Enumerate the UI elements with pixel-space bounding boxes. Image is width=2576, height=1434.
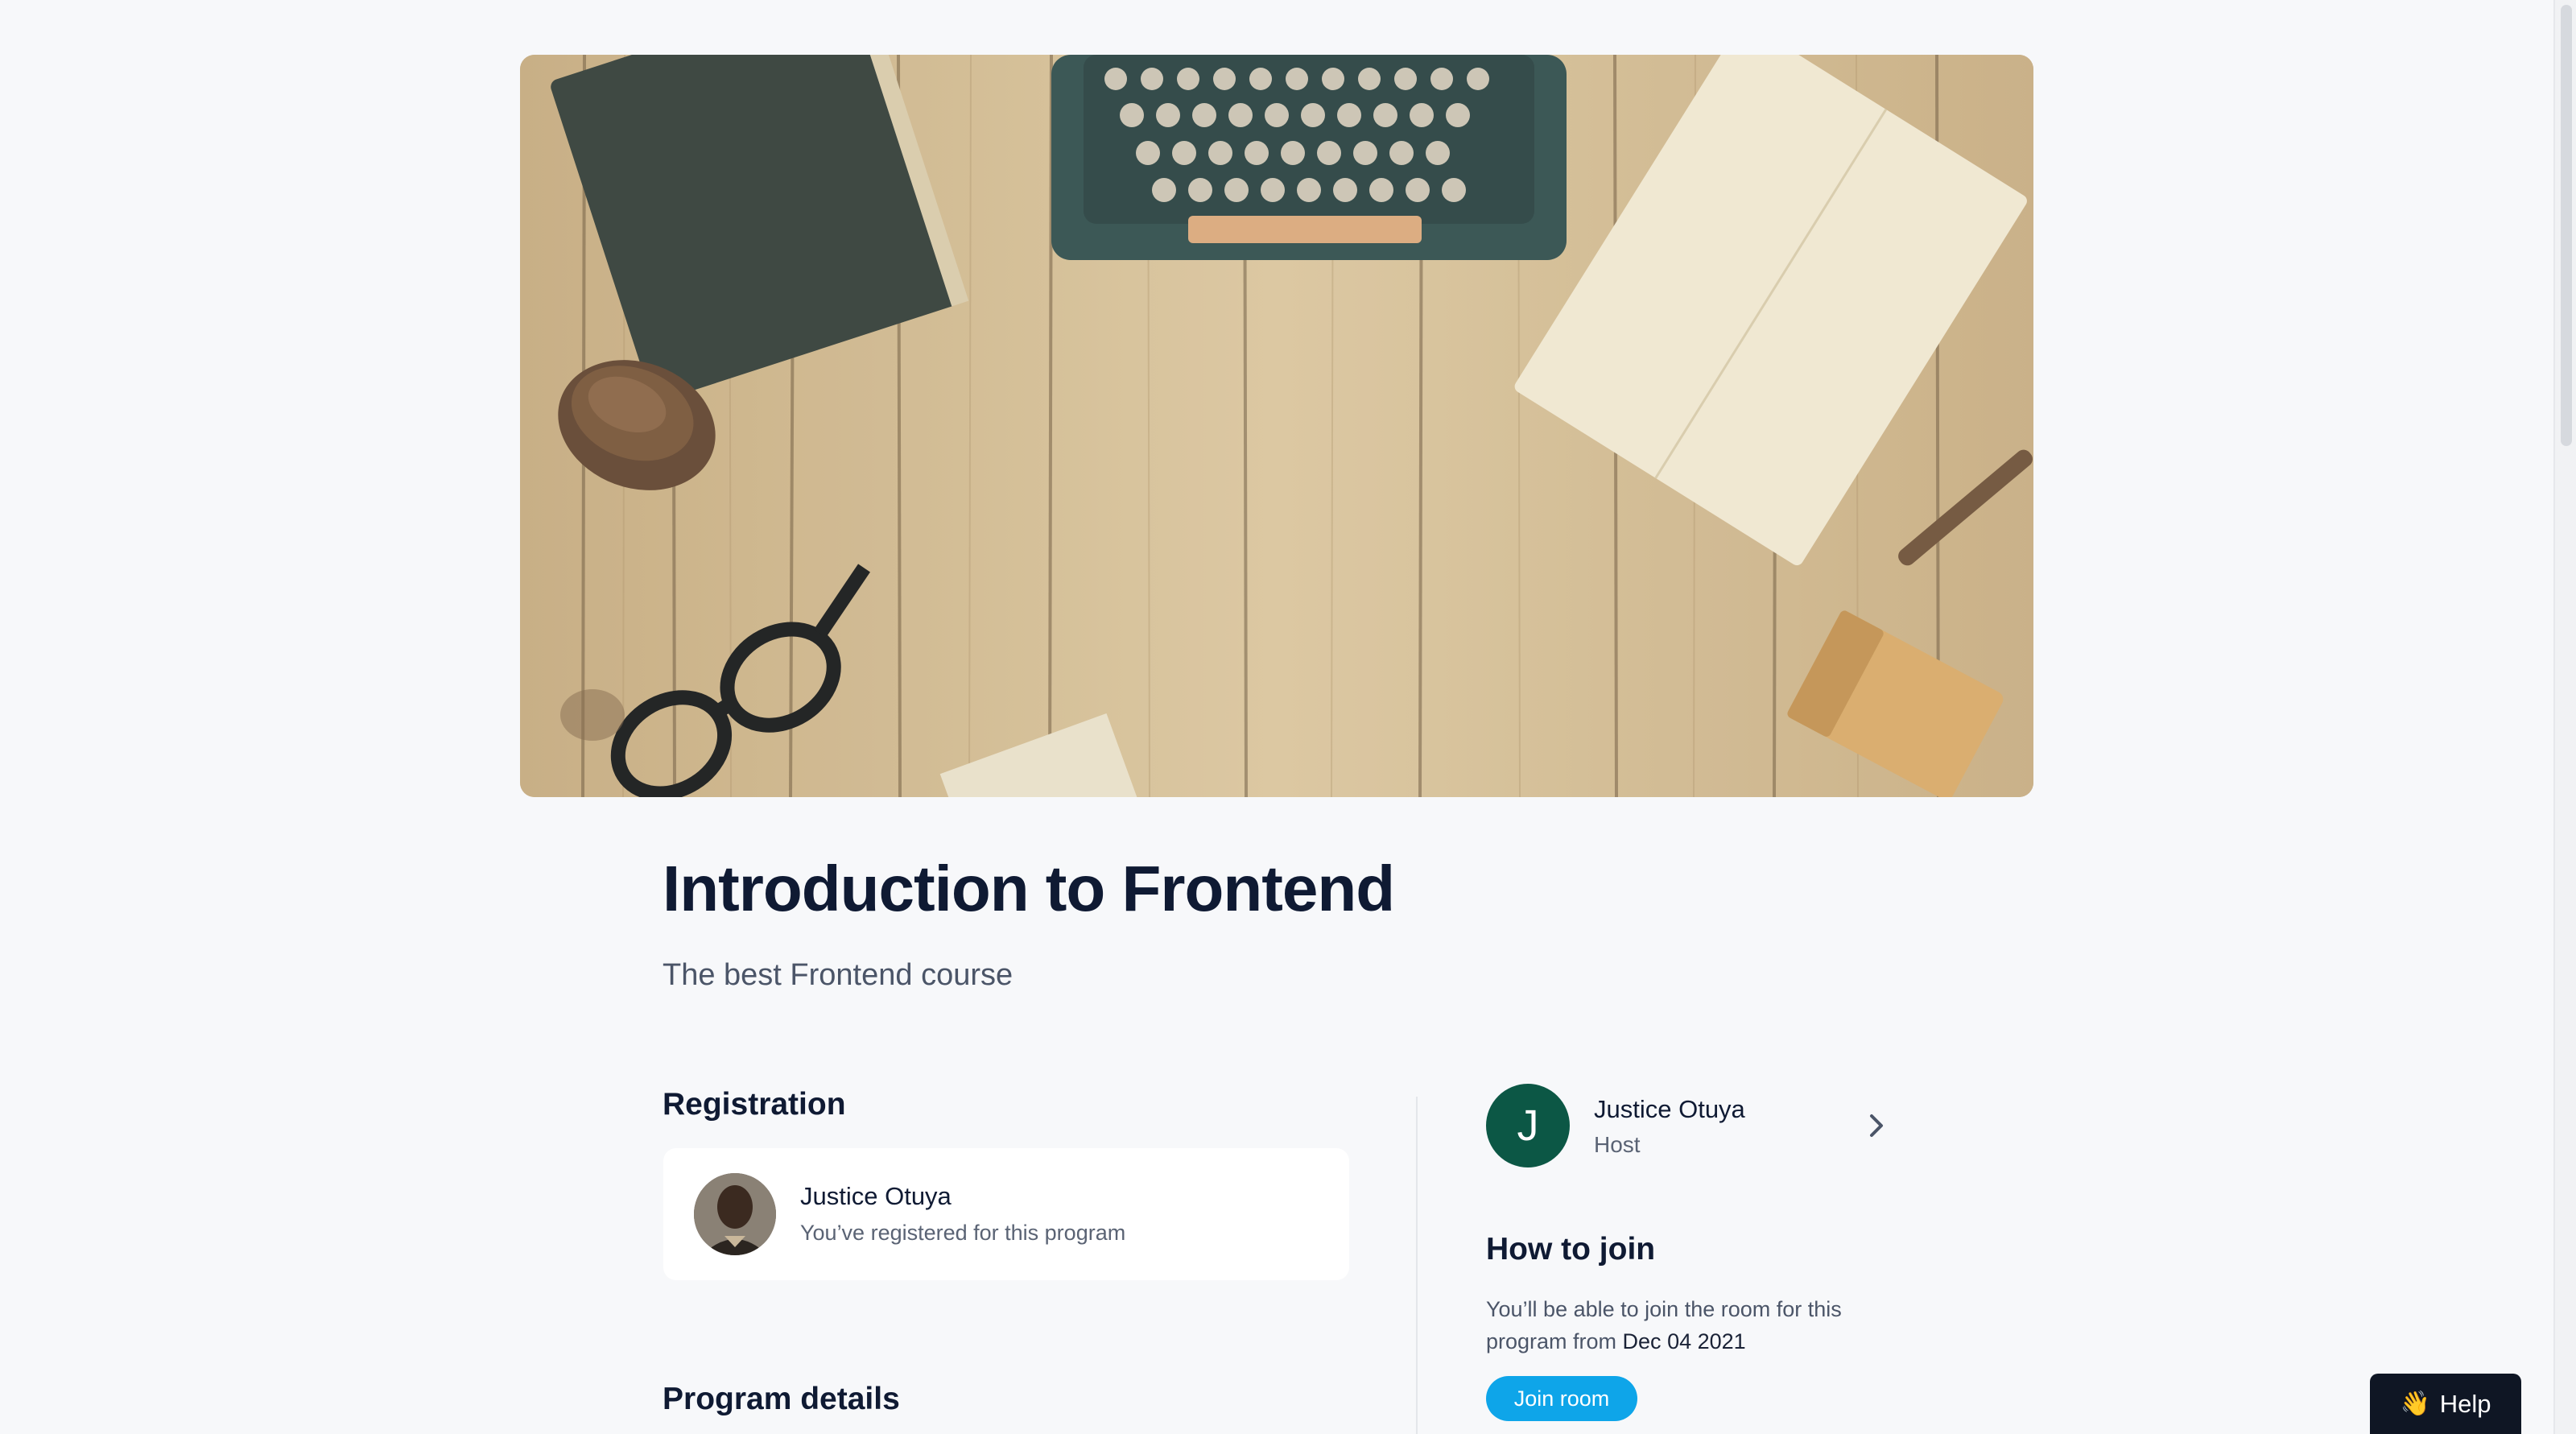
page-scrollbar[interactable] xyxy=(2553,0,2576,1434)
program-title: Introduction to Frontend xyxy=(663,853,1395,924)
program-subtitle: The best Frontend course xyxy=(663,958,1013,992)
hero-illustration xyxy=(520,55,2033,797)
host-name: Justice Otuya xyxy=(1594,1095,1745,1123)
registration-heading: Registration xyxy=(663,1087,846,1122)
hero-image xyxy=(520,55,2033,797)
host-role: Host xyxy=(1594,1132,1641,1157)
registered-user-name: Justice Otuya xyxy=(800,1182,952,1210)
host-profile-link[interactable]: J Justice Otuya Host xyxy=(1486,1084,1889,1169)
join-date: Dec 04 2021 xyxy=(1622,1329,1746,1353)
help-button[interactable]: 👋 Help xyxy=(2370,1374,2521,1434)
chevron-right-icon xyxy=(1870,1114,1883,1137)
help-label: Help xyxy=(2439,1389,2491,1418)
program-details-heading: Program details xyxy=(663,1382,900,1416)
how-to-join-description: You’ll be able to join the room for this… xyxy=(1486,1293,1905,1358)
user-avatar-photo xyxy=(694,1173,776,1255)
user-avatar xyxy=(694,1173,776,1255)
host-avatar: J xyxy=(1486,1084,1570,1167)
registration-card: Justice Otuya You’ve registered for this… xyxy=(663,1148,1349,1280)
waving-hand-icon: 👋 xyxy=(2400,1391,2430,1417)
column-divider xyxy=(1416,1097,1418,1434)
registration-status: You’ve registered for this program xyxy=(800,1221,1126,1245)
scrollbar-thumb[interactable] xyxy=(2561,5,2572,446)
join-room-button[interactable]: Join room xyxy=(1486,1376,1637,1421)
how-to-join-heading: How to join xyxy=(1486,1232,1656,1267)
